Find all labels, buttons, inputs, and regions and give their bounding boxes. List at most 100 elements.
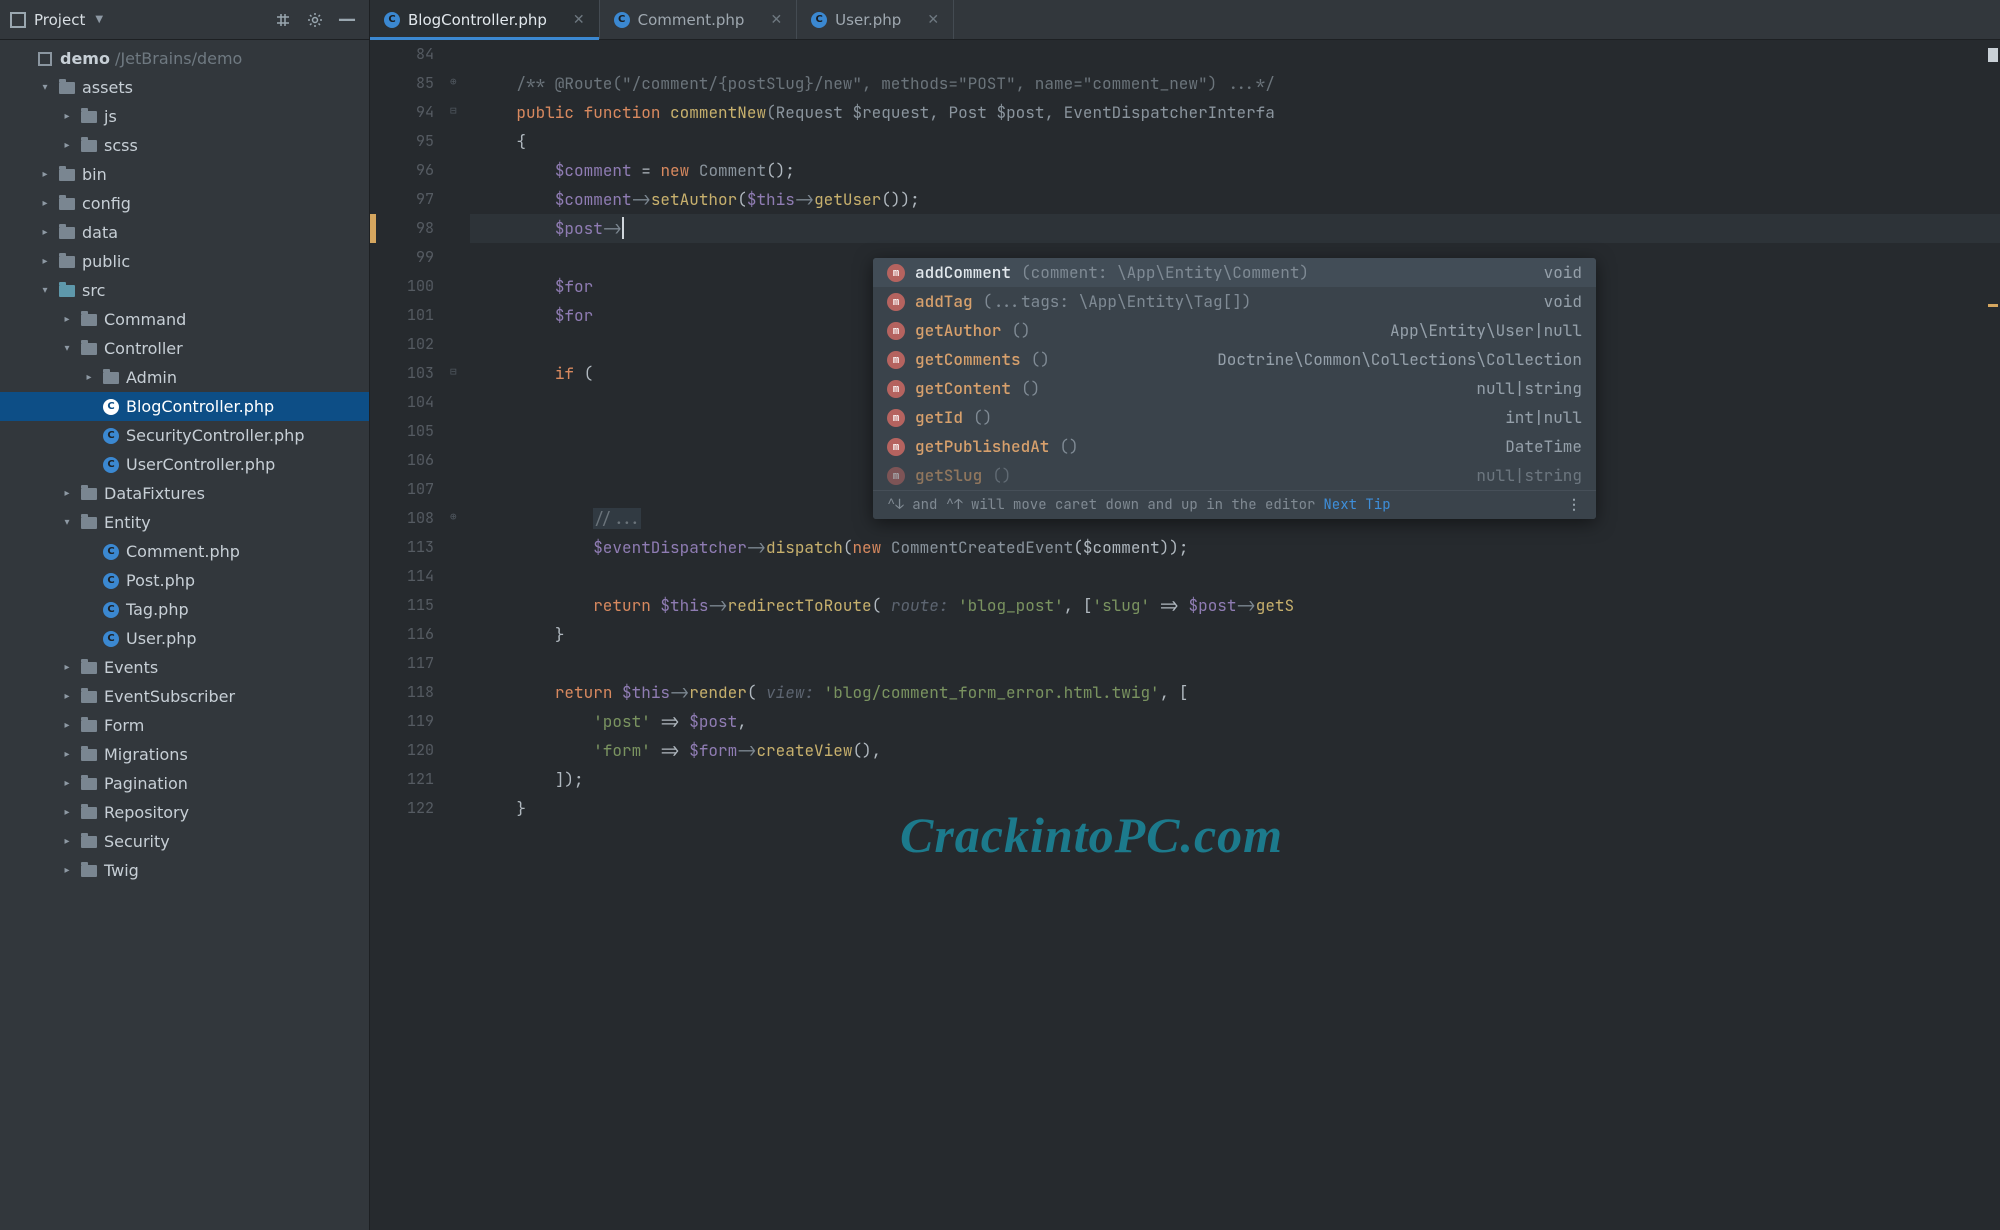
- code-area[interactable]: /** @Route("/comment/{postSlug}/new", me…: [470, 40, 2000, 1230]
- code-line[interactable]: 'form' => $form->createView(),: [470, 736, 2000, 765]
- autocomplete-item[interactable]: mgetSlug()null|string: [873, 461, 1596, 490]
- code-line[interactable]: public function commentNew(Request $requ…: [470, 98, 2000, 127]
- tree-item[interactable]: ▾assets: [0, 73, 369, 102]
- expand-icon[interactable]: ▾: [38, 82, 52, 93]
- expand-icon[interactable]: ▸: [60, 140, 74, 151]
- code-line[interactable]: {: [470, 127, 2000, 156]
- expand-icon[interactable]: ▸: [60, 749, 74, 760]
- fold-icon[interactable]: ⊟: [450, 104, 457, 118]
- tree-item[interactable]: ▸Repository: [0, 798, 369, 827]
- tree-item[interactable]: CTag.php: [0, 595, 369, 624]
- tree-item[interactable]: ▸Events: [0, 653, 369, 682]
- code-line[interactable]: /** @Route("/comment/{postSlug}/new", me…: [470, 69, 2000, 98]
- editor-tab[interactable]: CComment.php✕: [600, 0, 798, 39]
- code-line[interactable]: }: [470, 620, 2000, 649]
- more-icon[interactable]: ⋮: [1567, 496, 1582, 514]
- fold-icon[interactable]: ⊟: [450, 365, 457, 379]
- expand-icon[interactable]: ▸: [82, 372, 96, 383]
- expand-icon[interactable]: ▸: [38, 198, 52, 209]
- tree-item[interactable]: ▾src: [0, 276, 369, 305]
- next-tip-link[interactable]: Next Tip: [1323, 496, 1390, 514]
- expand-icon[interactable]: ▸: [60, 662, 74, 673]
- tree-item[interactable]: ▸Pagination: [0, 769, 369, 798]
- tree-item[interactable]: ▸EventSubscriber: [0, 682, 369, 711]
- code-line[interactable]: return $this->render( view: 'blog/commen…: [470, 678, 2000, 707]
- editor-stripe[interactable]: [1986, 40, 2000, 1230]
- minimize-icon[interactable]: —: [335, 8, 359, 32]
- tree-item[interactable]: ▾Entity: [0, 508, 369, 537]
- tree-item[interactable]: ▸Form: [0, 711, 369, 740]
- expand-icon[interactable]: ▸: [60, 314, 74, 325]
- project-tree[interactable]: demo /JetBrains/demo▾assets▸js▸scss▸bin▸…: [0, 40, 370, 1230]
- close-icon[interactable]: ✕: [770, 12, 782, 28]
- tree-item-label: Migrations: [104, 745, 188, 764]
- tree-item[interactable]: ▸scss: [0, 131, 369, 160]
- code-line[interactable]: $comment = new Comment();: [470, 156, 2000, 185]
- expand-icon[interactable]: ▾: [60, 343, 74, 354]
- chevron-down-icon[interactable]: ▼: [95, 14, 103, 25]
- tree-item[interactable]: CBlogController.php: [0, 392, 369, 421]
- method-icon: m: [887, 380, 905, 398]
- editor-tabs: CBlogController.php✕CComment.php✕CUser.p…: [370, 0, 2000, 39]
- tree-item[interactable]: demo /JetBrains/demo: [0, 44, 369, 73]
- autocomplete-popup[interactable]: maddComment(comment: \App\Entity\Comment…: [873, 258, 1596, 519]
- expand-icon[interactable]: ▸: [60, 778, 74, 789]
- editor-tab[interactable]: CUser.php✕: [797, 0, 954, 39]
- expand-icon[interactable]: ▸: [60, 807, 74, 818]
- code-line[interactable]: return $this->redirectToRoute( route: 'b…: [470, 591, 2000, 620]
- code-line[interactable]: 'post' => $post,: [470, 707, 2000, 736]
- code-line[interactable]: $comment->setAuthor($this->getUser());: [470, 185, 2000, 214]
- tree-item[interactable]: CSecurityController.php: [0, 421, 369, 450]
- expand-icon[interactable]: ▸: [38, 227, 52, 238]
- tree-item[interactable]: ▸Command: [0, 305, 369, 334]
- code-line[interactable]: $eventDispatcher->dispatch(new CommentCr…: [470, 533, 2000, 562]
- tree-item[interactable]: ▸public: [0, 247, 369, 276]
- code-line[interactable]: ]);: [470, 765, 2000, 794]
- code-line[interactable]: }: [470, 794, 2000, 823]
- tree-item[interactable]: ▸Security: [0, 827, 369, 856]
- expand-icon[interactable]: ▸: [60, 720, 74, 731]
- autocomplete-item[interactable]: mgetId()int|null: [873, 403, 1596, 432]
- close-icon[interactable]: ✕: [927, 12, 939, 28]
- close-icon[interactable]: ✕: [573, 12, 585, 28]
- code-line[interactable]: $post->: [470, 214, 2000, 243]
- expand-icon[interactable]: ▸: [38, 169, 52, 180]
- tree-item[interactable]: ▸config: [0, 189, 369, 218]
- tree-item[interactable]: ▸data: [0, 218, 369, 247]
- expand-icon[interactable]: ▸: [60, 488, 74, 499]
- expand-icon[interactable]: ▸: [60, 111, 74, 122]
- expand-icon[interactable]: ▾: [38, 285, 52, 296]
- tree-item[interactable]: CUser.php: [0, 624, 369, 653]
- top-bar: Project ▼ — CBlogController.php✕CComment…: [0, 0, 2000, 40]
- tree-item[interactable]: CUserController.php: [0, 450, 369, 479]
- expand-icon[interactable]: ▸: [60, 836, 74, 847]
- tree-item[interactable]: ▸Twig: [0, 856, 369, 885]
- tree-item[interactable]: ▸js: [0, 102, 369, 131]
- autocomplete-item[interactable]: mgetContent()null|string: [873, 374, 1596, 403]
- autocomplete-item[interactable]: mgetPublishedAt()DateTime: [873, 432, 1596, 461]
- autocomplete-item[interactable]: maddComment(comment: \App\Entity\Comment…: [873, 258, 1596, 287]
- collapse-icon[interactable]: [271, 8, 295, 32]
- tree-item[interactable]: ▾Controller: [0, 334, 369, 363]
- autocomplete-item[interactable]: mgetAuthor()App\Entity\User|null: [873, 316, 1596, 345]
- line-number: 122: [407, 798, 434, 818]
- code-editor[interactable]: 8485949596979899100101102103104105106107…: [370, 40, 2000, 1230]
- expand-icon[interactable]: ▸: [38, 256, 52, 267]
- tree-item[interactable]: ▸Admin: [0, 363, 369, 392]
- fold-icon[interactable]: ⊕: [450, 75, 457, 89]
- editor-tab[interactable]: CBlogController.php✕: [370, 0, 600, 39]
- tree-item[interactable]: CComment.php: [0, 537, 369, 566]
- autocomplete-item[interactable]: mgetComments()Doctrine\Common\Collection…: [873, 345, 1596, 374]
- gear-icon[interactable]: [303, 8, 327, 32]
- project-dropdown-label[interactable]: Project: [34, 11, 85, 29]
- expand-icon[interactable]: ▸: [60, 865, 74, 876]
- expand-icon[interactable]: ▸: [60, 691, 74, 702]
- suggestion-return-type: Doctrine\Common\Collections\Collection: [1217, 349, 1582, 370]
- tree-item[interactable]: ▸DataFixtures: [0, 479, 369, 508]
- fold-icon[interactable]: ⊕: [450, 510, 457, 524]
- tree-item[interactable]: ▸bin: [0, 160, 369, 189]
- tree-item[interactable]: CPost.php: [0, 566, 369, 595]
- tree-item[interactable]: ▸ Migrations: [0, 740, 369, 769]
- expand-icon[interactable]: ▾: [60, 517, 74, 528]
- autocomplete-item[interactable]: maddTag(...tags: \App\Entity\Tag[])void: [873, 287, 1596, 316]
